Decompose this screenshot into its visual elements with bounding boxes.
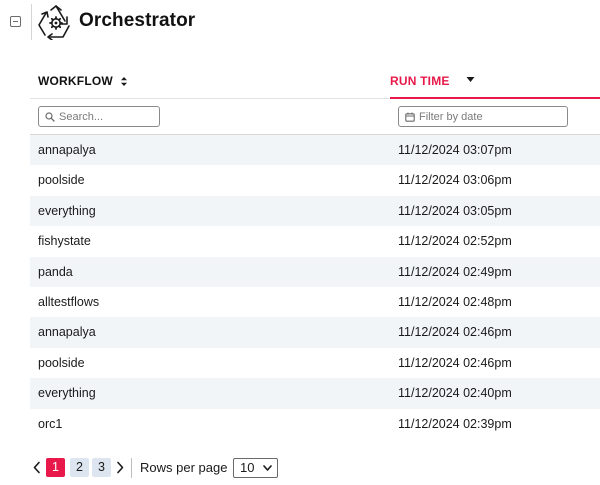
workflow-runs-table: WORKFLOW RUN TIME Search... Filter by da… xyxy=(30,64,600,439)
run-time-cell: 11/12/2024 02:52pm xyxy=(398,234,512,249)
run-time-cell: 11/12/2024 02:46pm xyxy=(398,325,512,340)
column-header-workflow-label: WORKFLOW xyxy=(38,74,113,88)
run-time-cell: 11/12/2024 02:39pm xyxy=(398,416,512,431)
calendar-icon xyxy=(405,112,415,122)
workflow-cell[interactable]: poolside xyxy=(38,348,85,378)
workflow-cell[interactable]: panda xyxy=(38,257,73,287)
run-time-date-input[interactable] xyxy=(419,108,563,125)
run-time-cell: 11/12/2024 03:06pm xyxy=(398,173,512,188)
chevron-left-icon[interactable] xyxy=(32,461,41,474)
filter-row xyxy=(30,99,600,135)
workflow-search-field[interactable] xyxy=(38,106,160,127)
sort-updown-icon[interactable] xyxy=(120,76,128,87)
run-time-cell: 11/12/2024 03:07pm xyxy=(398,143,512,157)
table-row[interactable]: everything 11/12/2024 03:05pm xyxy=(30,195,600,227)
workflow-cell[interactable]: annapalya xyxy=(38,135,96,165)
workflow-cell[interactable]: everything xyxy=(38,378,96,408)
workflow-cell[interactable]: poolside xyxy=(38,165,85,195)
column-header-run-time[interactable]: RUN TIME xyxy=(390,64,600,99)
chevron-right-icon[interactable] xyxy=(116,461,125,474)
run-time-cell: 11/12/2024 02:40pm xyxy=(398,386,512,401)
run-time-cell: 11/12/2024 02:46pm xyxy=(398,355,512,370)
workflow-cell[interactable]: alltestflows xyxy=(38,287,99,317)
chevron-down-icon xyxy=(263,465,272,471)
table-row[interactable]: fishystate 11/12/2024 02:52pm xyxy=(30,226,600,256)
table-row[interactable]: annapalya 11/12/2024 03:07pm xyxy=(30,135,600,166)
table-row[interactable]: poolside 11/12/2024 03:06pm xyxy=(30,165,600,195)
table-row[interactable]: annapalya 11/12/2024 02:46pm xyxy=(30,317,600,348)
rows-per-page-label: Rows per page xyxy=(140,460,228,475)
minus-square-icon[interactable] xyxy=(10,16,21,27)
table-row[interactable]: panda 11/12/2024 02:49pm xyxy=(30,256,600,287)
header-divider xyxy=(31,4,32,40)
rows-per-page-value: 10 xyxy=(240,460,255,475)
caret-down-icon[interactable] xyxy=(466,77,475,83)
workflow-cell[interactable]: everything xyxy=(38,196,96,226)
page-button-2[interactable]: 2 xyxy=(70,458,89,477)
recycle-gear-icon xyxy=(38,5,70,40)
page-button-1[interactable]: 1 xyxy=(46,458,65,477)
run-time-cell: 11/12/2024 02:48pm xyxy=(398,294,512,309)
table-row[interactable]: orc1 11/12/2024 02:39pm xyxy=(30,409,600,439)
run-time-cell: 11/12/2024 02:49pm xyxy=(398,264,512,279)
workflow-search-input[interactable] xyxy=(59,108,155,125)
workflow-cell[interactable]: annapalya xyxy=(38,317,96,347)
search-icon xyxy=(45,112,55,122)
table-body: annapalya 11/12/2024 03:07pm poolside 11… xyxy=(30,135,600,439)
table-row[interactable]: alltestflows 11/12/2024 02:48pm xyxy=(30,287,600,317)
run-time-cell: 11/12/2024 03:05pm xyxy=(398,203,512,218)
run-time-date-filter[interactable] xyxy=(398,106,568,127)
table-header-row: WORKFLOW RUN TIME xyxy=(30,64,600,99)
app-title: Orchestrator xyxy=(79,10,196,31)
app-header: Orchestrator xyxy=(0,0,600,44)
rows-per-page-select[interactable]: 10 xyxy=(233,458,278,478)
workflow-cell[interactable]: fishystate xyxy=(38,226,91,256)
column-header-workflow[interactable]: WORKFLOW xyxy=(38,64,378,99)
column-header-run-time-label: RUN TIME xyxy=(390,74,450,88)
workflow-cell[interactable]: orc1 xyxy=(38,409,62,439)
pagination: 1 2 3 Rows per page 10 xyxy=(30,458,330,478)
page-button-3[interactable]: 3 xyxy=(92,458,111,477)
table-row[interactable]: everything 11/12/2024 02:40pm xyxy=(30,378,600,409)
table-row[interactable]: poolside 11/12/2024 02:46pm xyxy=(30,348,600,378)
pagination-divider xyxy=(131,458,132,478)
